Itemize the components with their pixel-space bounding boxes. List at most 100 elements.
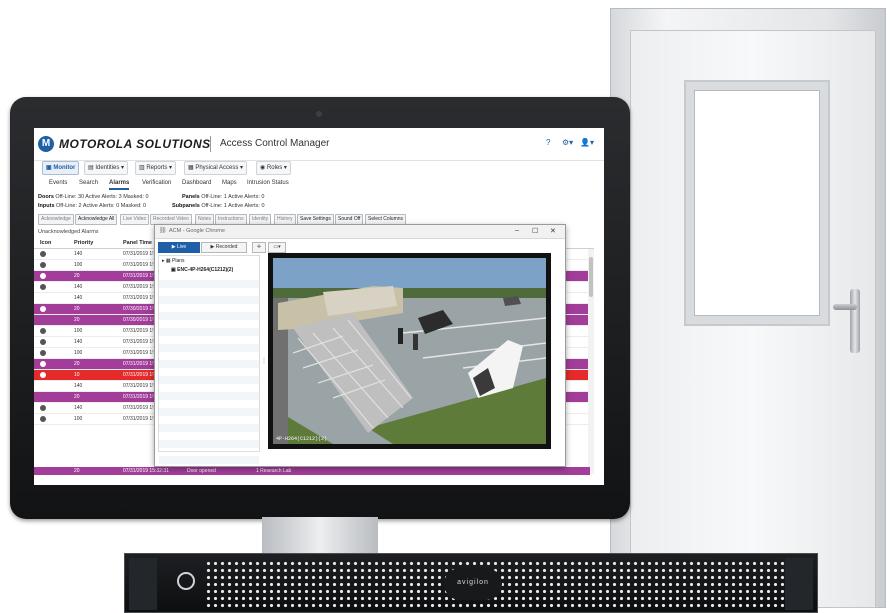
camera-overlay-label: 4P-H264(C1212)(2)	[276, 436, 328, 442]
alarm-type-icon	[40, 350, 46, 356]
priority-cell: 100	[74, 328, 83, 334]
tab-alarms[interactable]: Alarms	[109, 178, 130, 190]
popup-app-icon: ⛓	[159, 228, 167, 234]
nav-roles[interactable]: ◉ Roles ▾	[256, 161, 291, 175]
minimize-button[interactable]: –	[515, 227, 519, 234]
priority-cell: 140	[74, 251, 83, 257]
table-scrollbar[interactable]	[588, 249, 594, 474]
help-icon[interactable]: ?	[546, 138, 550, 147]
priority-cell: 20	[74, 273, 80, 279]
camera-tree: ▸ ▦ Plans ▣ ENC-4P-H264(C1212)(2)	[158, 255, 260, 464]
tab-dashboard[interactable]: Dashboard	[182, 178, 211, 188]
tab-verification[interactable]: Verification	[142, 178, 171, 188]
column-priority[interactable]: Priority	[74, 240, 93, 246]
doors-status: Doors Off-Line: 30 Active Alerts: 3 Mask…	[38, 194, 149, 200]
panel-time-cell: 07/31/2019 1!	[123, 273, 154, 279]
tree-camera-node[interactable]: ▣ ENC-4P-H264(C1212)(2)	[171, 267, 233, 273]
vendor-logo: avigilon	[457, 579, 489, 586]
tree-row-stripe	[159, 312, 259, 320]
brand-name: MOTOROLA SOLUTIONS	[59, 137, 211, 151]
acknowledge-button[interactable]: Acknowledge	[38, 214, 74, 225]
priority-cell: 20	[74, 317, 80, 323]
server-appliance: avigilon	[124, 553, 818, 613]
panel-time-cell: 07/31/2019 1!	[123, 295, 154, 301]
ptz-icon[interactable]: ✛	[252, 242, 266, 253]
column-icon[interactable]: Icon	[40, 240, 51, 246]
priority-cell: 140	[74, 295, 83, 301]
nav-reports[interactable]: ▥ Reports ▾	[135, 161, 177, 175]
top-nav: ▣ Monitor ▤ Identities ▾ ▥ Reports ▾ ▦ P…	[34, 161, 604, 175]
app-header: M MOTOROLA SOLUTIONS Access Control Mana…	[34, 128, 604, 161]
tab-events[interactable]: Events	[49, 178, 67, 188]
panel-time-cell: 07/31/2019 1!	[123, 394, 154, 400]
nav-identities[interactable]: ▤ Identities ▾	[84, 161, 129, 175]
app-title: Access Control Manager	[220, 138, 330, 149]
settings-gear-icon[interactable]: ⚙▾	[562, 138, 573, 147]
alarm-type-icon	[40, 339, 46, 345]
acm-screen: M MOTOROLA SOLUTIONS Access Control Mana…	[34, 128, 604, 485]
priority-cell: 100	[74, 350, 83, 356]
priority-cell: 20	[74, 394, 80, 400]
alarm-type-icon	[40, 306, 46, 312]
column-panel-time[interactable]: Panel Time	[123, 240, 152, 246]
live-video-panel[interactable]: 4P-H264(C1212)(2)	[268, 253, 551, 449]
acknowledge-all-button[interactable]: Acknowledge All	[75, 214, 118, 225]
priority-cell: 100	[74, 416, 83, 422]
rack-ear-right	[785, 558, 813, 610]
tab-search[interactable]: Search	[79, 178, 98, 188]
power-button-icon	[177, 572, 195, 590]
tab-intrusion-status[interactable]: Intrusion Status	[247, 178, 289, 188]
panel-time-cell: 07/31/2019 1!	[123, 350, 154, 356]
camera-feed-image	[273, 258, 546, 444]
alarm-type-icon	[40, 372, 46, 378]
tree-row-stripe	[159, 328, 259, 336]
maximize-button[interactable]: ☐	[532, 227, 538, 235]
recorded-tab[interactable]: ▶ Recorded	[201, 242, 247, 253]
nav-monitor[interactable]: ▣ Monitor	[42, 161, 80, 175]
subpanels-status: Subpanels Off-Line: 1 Active Alerts: 0	[172, 203, 265, 209]
alarm-type-icon	[40, 361, 46, 367]
tree-row-stripe	[159, 456, 259, 464]
alarm-type-icon	[40, 284, 46, 290]
panel-time-cell: 07/31/2019 1!	[123, 372, 154, 378]
door-window	[684, 80, 830, 326]
table-row[interactable]: 20 07/31/2019 15:32:31 Door opened 1 Res…	[34, 467, 590, 475]
webcam-dot	[316, 111, 322, 117]
door-handle	[833, 304, 857, 310]
header-divider	[210, 136, 211, 152]
close-button[interactable]: ✕	[550, 227, 556, 235]
priority-cell: 100	[74, 262, 83, 268]
panel-time-cell: 07/30/2019 1!	[123, 306, 154, 312]
tree-row-stripe	[159, 360, 259, 368]
panel-time-cell: 07/31/2019 1!	[123, 262, 154, 268]
alarm-type-icon	[40, 251, 46, 257]
tree-row-stripe	[159, 424, 259, 432]
panel-time-cell: 07/31/2019 1!	[123, 251, 154, 257]
inputs-status: Inputs Off-Line: 2 Active Alerts: 0 Mask…	[38, 203, 147, 209]
layout-icon[interactable]: ▭▾	[268, 242, 286, 253]
tree-root-plans[interactable]: ▸ ▦ Plans	[162, 258, 185, 264]
motorola-logo-icon: M	[38, 136, 54, 152]
nav-physical-access[interactable]: ▦ Physical Access ▾	[184, 161, 248, 175]
live-tab[interactable]: ▶ Live	[158, 242, 200, 253]
rack-ear-left	[129, 558, 157, 610]
alarm-type-icon	[40, 262, 46, 268]
tree-row-stripe	[159, 408, 259, 416]
priority-cell: 20	[74, 306, 80, 312]
user-menu-icon[interactable]: 👤▾	[580, 138, 594, 147]
alarm-type-icon	[40, 405, 46, 411]
tree-row-stripe	[159, 280, 259, 288]
monitor-stand	[262, 517, 378, 557]
priority-cell: 140	[74, 284, 83, 290]
pane-splitter[interactable]: ⋮	[261, 357, 267, 364]
tab-maps[interactable]: Maps	[222, 178, 237, 188]
priority-cell: 20	[74, 361, 80, 367]
tree-row-stripe	[159, 440, 259, 448]
panel-time-cell: 07/31/2019 1!	[123, 416, 154, 422]
live-video-button[interactable]: Live Video	[120, 214, 150, 225]
priority-cell: 140	[74, 339, 83, 345]
priority-cell: 10	[74, 372, 80, 378]
panel-time-cell: 07/31/2019 1!	[123, 339, 154, 345]
popup-titlebar[interactable]: ⛓ ACM - Google Chrome – ☐ ✕	[155, 225, 565, 239]
panel-time-cell: 07/30/2019 1!	[123, 317, 154, 323]
